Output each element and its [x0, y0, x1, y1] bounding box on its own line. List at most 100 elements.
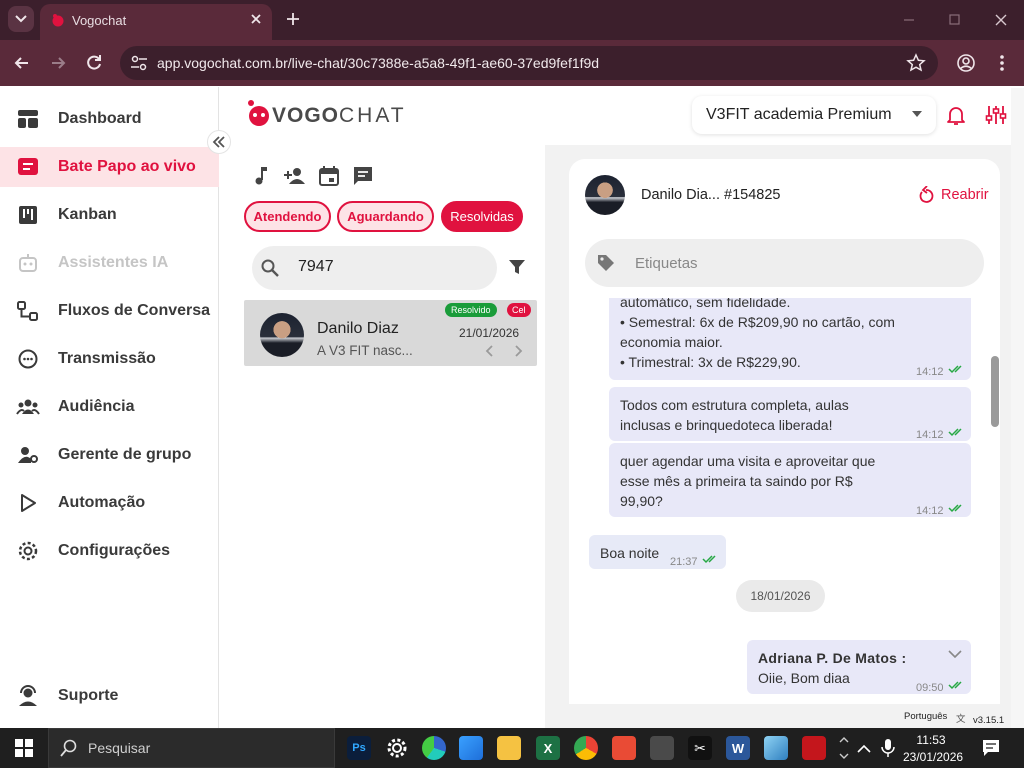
chevron-left-icon[interactable]: [484, 344, 496, 358]
tab-search-button[interactable]: [8, 6, 34, 32]
photoshop-icon[interactable]: Ps: [347, 736, 371, 760]
support-agent-icon: [19, 685, 37, 706]
caret-down-icon: [912, 111, 922, 117]
contact-avatar: [585, 175, 625, 215]
settings-app-icon[interactable]: [385, 736, 409, 760]
message-line: esse mês a primeira ta saindo por R$: [620, 473, 853, 489]
more-menu-icon[interactable]: [996, 53, 1008, 73]
sidebar-item-label: Kanban: [58, 206, 117, 223]
message-line: Boa noite: [600, 545, 660, 561]
tab-resolved[interactable]: Resolvidas: [441, 201, 523, 232]
double-check-icon: [948, 428, 962, 437]
url-text: app.vogochat.com.br/live-chat/30c7388e-a…: [157, 55, 600, 71]
collapse-sidebar-button[interactable]: [207, 130, 231, 154]
chevron-down-icon[interactable]: [948, 650, 962, 658]
conversation-preview: A V3 FIT nasc...: [317, 343, 413, 358]
bookmark-star-icon[interactable]: [906, 53, 926, 73]
excel-icon[interactable]: X: [536, 736, 560, 760]
message-line: automático, sem fidelidade.: [620, 298, 791, 310]
audience-icon: [16, 399, 40, 415]
anydesk-icon[interactable]: [612, 736, 636, 760]
dashboard-icon: [18, 110, 38, 128]
tab-waiting[interactable]: Aguardando: [337, 201, 434, 232]
sidebar-item-flows[interactable]: Fluxos de Conversa: [0, 291, 219, 331]
tray-chevron-up-icon[interactable]: [857, 741, 871, 753]
add-contact-icon[interactable]: [283, 164, 307, 188]
message-bubble: automático, sem fidelidade. • Semestral:…: [609, 298, 971, 380]
calculator-icon[interactable]: [650, 736, 674, 760]
back-icon[interactable]: [12, 53, 32, 73]
reopen-button[interactable]: Reabrir: [941, 187, 989, 203]
message-time: 14:12: [916, 366, 944, 378]
notifications-icon[interactable]: [982, 739, 1000, 757]
sidebar-item-ai-assistants: Assistentes IA: [0, 243, 219, 283]
taskbar-scroll-arrows[interactable]: [838, 732, 850, 764]
sidebar-item-automation[interactable]: Automação: [0, 483, 219, 523]
windows-start-icon[interactable]: [14, 738, 34, 758]
tab-close-icon[interactable]: [248, 11, 264, 27]
chevron-right-icon[interactable]: [512, 344, 524, 358]
capcut-icon[interactable]: ✂: [688, 736, 712, 760]
message-icon[interactable]: [351, 164, 375, 188]
chevron-down-icon: [15, 15, 27, 23]
sidebar-item-broadcast[interactable]: Transmissão: [0, 339, 219, 379]
vogochat-logo-icon: [246, 99, 272, 127]
sidebar-item-dashboard[interactable]: Dashboard: [0, 99, 219, 139]
remote-desktop-icon[interactable]: [764, 736, 788, 760]
translate-icon: 文: [956, 714, 966, 725]
sidebar-item-label: Dashboard: [58, 110, 142, 127]
sidebar-item-label: Gerente de grupo: [58, 446, 192, 463]
calendar-icon[interactable]: [317, 164, 341, 188]
date-divider: 18/01/2026: [736, 580, 825, 612]
reopen-icon[interactable]: [918, 185, 934, 204]
sidebar-item-label: Suporte: [58, 687, 119, 704]
chat-icon: [18, 158, 38, 175]
sidebar-item-settings[interactable]: Configurações: [0, 531, 219, 571]
window-controls: [900, 12, 1010, 28]
sidebar-item-group-manager[interactable]: Gerente de grupo: [0, 435, 219, 475]
message-line: quer agendar uma visita e aproveitar que: [620, 453, 876, 469]
file-explorer-icon[interactable]: [497, 736, 521, 760]
message-line: economia maior.: [620, 334, 723, 350]
play-icon: [21, 494, 36, 512]
music-note-icon[interactable]: [250, 164, 274, 188]
sidebar-item-audience[interactable]: Audiência: [0, 387, 219, 427]
group-manager-icon: [18, 447, 38, 463]
sidebar-item-live-chat[interactable]: Bate Papo ao vivo: [0, 147, 219, 187]
reload-icon[interactable]: [84, 53, 104, 73]
message-time: 14:12: [916, 429, 944, 441]
message-line: • Trimestral: 3x de R$229,90.: [620, 354, 801, 370]
filter-icon[interactable]: [508, 258, 526, 276]
chrome-icon[interactable]: [574, 736, 598, 760]
photos-icon[interactable]: [459, 736, 483, 760]
account-select[interactable]: V3FIT academia Premium: [692, 96, 936, 134]
search-value: 7947: [298, 258, 334, 275]
status-badge: Resolvido: [445, 303, 497, 317]
flow-icon: [17, 301, 38, 321]
bell-icon[interactable]: [945, 104, 967, 126]
language-label[interactable]: Português: [904, 711, 947, 722]
message-line: • Semestral: 6x de R$209,90 no cartão, c…: [620, 314, 895, 330]
sidebar-item-label: Bate Papo ao vivo: [58, 158, 196, 175]
sliders-icon[interactable]: [985, 104, 1007, 126]
sidebar-item-support[interactable]: Suporte: [0, 676, 219, 716]
search-input[interactable]: [252, 246, 497, 290]
tab-attending[interactable]: Atendendo: [244, 201, 331, 232]
sidebar-item-kanban[interactable]: Kanban: [0, 195, 219, 235]
microphone-icon[interactable]: [881, 738, 895, 758]
profile-icon[interactable]: [956, 53, 976, 73]
double-check-icon: [948, 681, 962, 690]
site-settings-icon[interactable]: [130, 55, 148, 71]
kanban-icon: [19, 206, 37, 224]
edge-icon[interactable]: [422, 736, 446, 760]
message-bubble: Adriana P. De Matos : Oiie, Bom diaa 09:…: [747, 640, 971, 694]
new-tab-icon[interactable]: [284, 10, 302, 28]
acrobat-icon[interactable]: [802, 736, 826, 760]
sidebar-item-label: Automação: [58, 494, 146, 511]
chat-scrollbar-thumb[interactable]: [991, 356, 999, 427]
taskbar-time: 11:53: [916, 733, 946, 747]
word-icon[interactable]: W: [726, 736, 750, 760]
page-scrollbar[interactable]: [1011, 88, 1024, 728]
taskbar-search-placeholder: Pesquisar: [88, 740, 151, 756]
forward-icon[interactable]: [48, 53, 68, 73]
